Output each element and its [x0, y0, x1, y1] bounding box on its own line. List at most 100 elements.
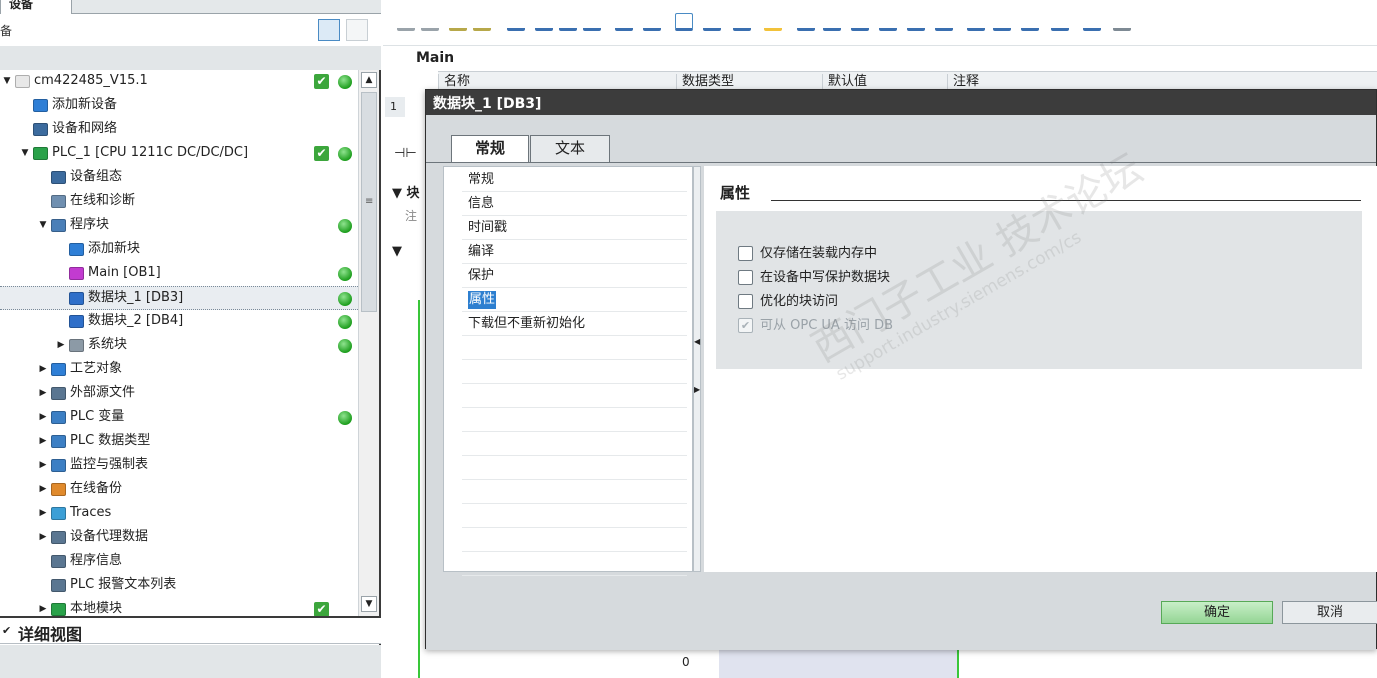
expand-right-icon[interactable]: ▶ — [38, 502, 48, 524]
editor-tool-icon[interactable] — [733, 13, 751, 31]
block-title-collapse[interactable]: ▼ 块 — [392, 182, 420, 201]
tree-item[interactable]: ▶ 工艺对象 — [0, 358, 358, 382]
checkbox[interactable] — [738, 270, 753, 285]
tree-scrollbar[interactable]: ▲ ▼ — [358, 70, 379, 616]
column-header-comment[interactable]: 注释 — [947, 74, 979, 90]
editor-tool-icon[interactable] — [449, 13, 467, 31]
editor-tool-icon[interactable] — [993, 13, 1011, 31]
editor-tool-icon[interactable] — [703, 13, 721, 31]
editor-tool-icon[interactable] — [535, 13, 553, 31]
power-rail — [418, 300, 420, 678]
tree-item[interactable]: 设备和网络 — [0, 118, 358, 142]
editor-tool-icon[interactable] — [797, 13, 815, 31]
tree-item[interactable]: PLC 报警文本列表 — [0, 574, 358, 598]
editor-tool-icon[interactable] — [967, 13, 985, 31]
editor-tool-icon[interactable] — [473, 13, 491, 31]
tree-item[interactable]: ▶ 外部源文件 — [0, 382, 358, 406]
dialog-titlebar[interactable]: 数据块_1 [DB3] — [426, 90, 1376, 115]
expand-right-icon[interactable]: ▶ — [38, 526, 48, 548]
nav-item[interactable]: 信息 — [468, 195, 494, 213]
column-header-name[interactable]: 名称 — [438, 74, 470, 90]
grip-icon[interactable]: ≡ — [365, 196, 373, 207]
network-collapse[interactable]: ▼ — [392, 244, 402, 259]
expand-right-icon[interactable]: ▶ — [38, 382, 48, 404]
tree-item[interactable]: ▼ PLC_1 [CPU 1211C DC/DC/DC] ✔ — [0, 142, 358, 166]
editor-tool-icon[interactable] — [1083, 13, 1101, 31]
nav-item[interactable]: 编译 — [468, 243, 494, 261]
editor-tool-icon[interactable] — [1051, 13, 1069, 31]
contact-icon[interactable]: ⊣⊢ — [394, 146, 417, 161]
tree-item[interactable]: ▶ 系统块 — [0, 334, 358, 358]
expand-right-icon[interactable]: ▶ — [38, 430, 48, 452]
tree-item[interactable]: 在线和诊断 — [0, 190, 358, 214]
tree-item[interactable]: 数据块_1 [DB3] — [0, 286, 358, 310]
tree-item[interactable]: ▶ 在线备份 — [0, 478, 358, 502]
tree-item[interactable]: Main [OB1] — [0, 262, 358, 286]
export-icon[interactable] — [346, 19, 368, 41]
editor-tool-icon[interactable] — [675, 13, 693, 31]
expand-down-icon[interactable]: ▼ — [2, 70, 12, 92]
nav-item[interactable]: 保护 — [468, 267, 494, 285]
tree-item[interactable]: ▶ PLC 变量 — [0, 406, 358, 430]
column-header-default[interactable]: 默认值 — [822, 74, 867, 90]
expand-down-icon[interactable]: ▼ — [38, 214, 48, 236]
tree-item[interactable]: 设备组态 — [0, 166, 358, 190]
expand-down-icon[interactable]: ▼ — [20, 142, 30, 164]
project-tree-tabstrip: 设备 — [0, 0, 381, 14]
cancel-button[interactable]: 取消 — [1282, 601, 1377, 624]
editor-tool-icon[interactable] — [397, 13, 415, 31]
editor-tool-icon[interactable] — [421, 13, 439, 31]
section-divider — [771, 200, 1361, 201]
tab-text[interactable]: 文本 — [530, 135, 610, 162]
editor-tool-icon[interactable] — [851, 13, 869, 31]
tree-item[interactable]: ▶ 监控与强制表 — [0, 454, 358, 478]
tree-item[interactable]: ▼ 程序块 — [0, 214, 358, 238]
detail-view-header[interactable]: ✔ 详细视图 — [0, 616, 381, 644]
table-view-icon[interactable] — [318, 19, 340, 41]
expand-right-icon[interactable]: ▶ — [694, 385, 700, 394]
scroll-down-icon[interactable]: ▼ — [361, 596, 377, 612]
expand-right-icon[interactable]: ▶ — [38, 406, 48, 428]
tab-general[interactable]: 常规 — [451, 135, 529, 163]
ok-button[interactable]: 确定 — [1161, 601, 1273, 624]
tree-item[interactable]: 数据块_2 [DB4] — [0, 310, 358, 334]
editor-tool-icon[interactable] — [615, 13, 633, 31]
tree-item[interactable]: ▶ 设备代理数据 — [0, 526, 358, 550]
editor-tool-icon[interactable] — [559, 13, 577, 31]
editor-tool-icon[interactable] — [907, 13, 925, 31]
nav-item[interactable]: 属性 — [468, 291, 497, 309]
nav-item[interactable]: 时间戳 — [468, 219, 507, 237]
tree-item[interactable]: 程序信息 — [0, 550, 358, 574]
chevron-down-icon[interactable]: ✔ — [2, 624, 11, 637]
editor-tool-icon[interactable] — [1021, 13, 1039, 31]
expand-right-icon[interactable]: ▶ — [38, 454, 48, 476]
checkbox[interactable] — [738, 294, 753, 309]
tab-devices[interactable]: 设备 — [0, 0, 72, 14]
tree-item[interactable]: 添加新设备 — [0, 94, 358, 118]
checkbox[interactable] — [738, 246, 753, 261]
scroll-up-icon[interactable]: ▲ — [361, 72, 377, 88]
tree-item-icon — [51, 387, 66, 400]
nav-item[interactable]: 常规 — [468, 171, 494, 189]
expand-right-icon[interactable]: ▶ — [38, 358, 48, 380]
expand-right-icon[interactable]: ▶ — [56, 334, 66, 356]
editor-tool-icon[interactable] — [935, 13, 953, 31]
editor-tool-icon[interactable] — [879, 13, 897, 31]
tree-item[interactable]: ▶ PLC 数据类型 — [0, 430, 358, 454]
editor-tool-icon[interactable] — [764, 13, 782, 31]
option-label: 优化的块访问 — [760, 294, 839, 309]
editor-tool-icon[interactable] — [583, 13, 601, 31]
tree-item[interactable]: ▶ Traces — [0, 502, 358, 526]
nav-item[interactable]: 下载但不重新初始化 — [468, 315, 585, 333]
editor-tool-icon[interactable] — [823, 13, 841, 31]
editor-tool-icon[interactable] — [643, 13, 661, 31]
editor-tool-icon[interactable] — [1113, 13, 1131, 31]
editor-tool-icon[interactable] — [507, 13, 525, 31]
tree-item[interactable]: ▼ cm422485_V15.1 ✔ — [0, 70, 358, 94]
nav-separator — [462, 383, 687, 384]
collapse-left-icon[interactable]: ◀ — [694, 337, 700, 346]
tree-item[interactable]: 添加新块 — [0, 238, 358, 262]
nav-scrollbar[interactable] — [693, 166, 701, 572]
expand-right-icon[interactable]: ▶ — [38, 478, 48, 500]
column-header-datatype[interactable]: 数据类型 — [676, 74, 734, 90]
